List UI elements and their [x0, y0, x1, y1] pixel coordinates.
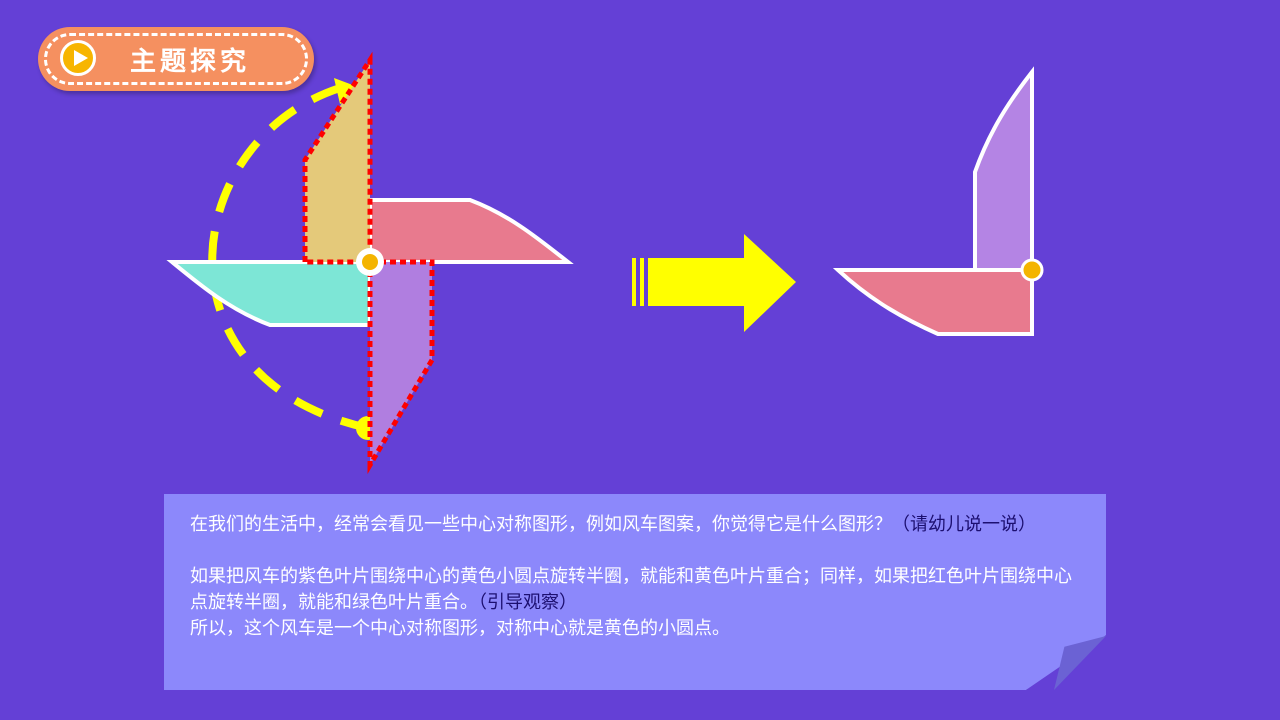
explanation-text: 在我们的生活中，经常会看见一些中心对称图形，例如风车图案，你觉得它是什么图形？（… [190, 512, 1080, 642]
rotated-red-blade [832, 268, 1034, 336]
pink-blade [368, 198, 574, 264]
green-blade [166, 260, 372, 327]
paragraph-conclusion: 所以，这个风车是一个中心对称图形，对称中心就是黄色的小圆点。 [190, 618, 730, 639]
right-arrow-icon [632, 234, 796, 332]
rotated-purple-blade [973, 66, 1034, 272]
purple-blade [367, 259, 435, 475]
center-point [362, 254, 378, 270]
rotated-center-point [1020, 258, 1044, 282]
paragraph-question: 在我们的生活中，经常会看见一些中心对称图形，例如风车图案，你觉得它是什么图形？（… [190, 514, 1036, 535]
paragraph-rotation: 如果把风车的紫色叶片围绕中心的黄色小圆点旋转半圈，就能和黄色叶片重合；同样，如果… [190, 566, 1072, 613]
